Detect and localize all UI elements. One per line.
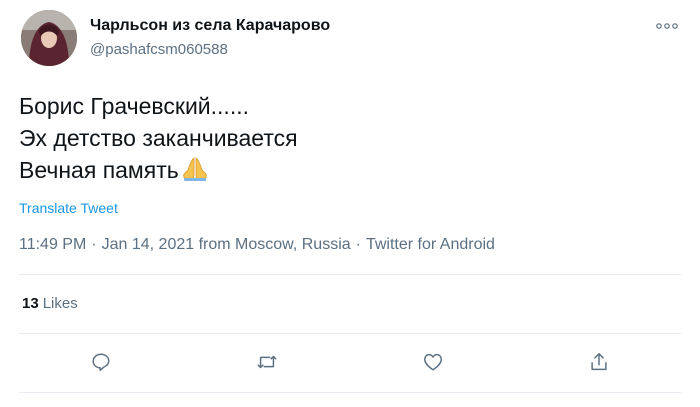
divider [19,392,681,393]
share-button[interactable] [586,349,612,375]
retweet-icon [257,355,277,369]
tweet-location: from Moscow, Russia [198,236,351,253]
divider [19,333,681,334]
tweet-card: Чарльсон из села Карачарово @pashafcsm06… [0,0,700,407]
share-icon [591,353,607,371]
tweet-date[interactable]: Jan 14, 2021 [102,236,195,253]
meta-separator: · [91,236,97,253]
tweet-line-2: Эх детство заканчивается [19,125,298,151]
avatar[interactable] [21,10,77,66]
tweet-line-3: Вечная память [19,154,669,190]
folded-hands-icon [181,156,209,190]
tweet-time[interactable]: 11:49 PM [19,236,86,253]
more-dots-icon [656,23,678,29]
meta-separator: · [355,236,361,253]
divider [19,274,681,275]
like-button[interactable] [420,349,446,375]
translate-tweet-link[interactable]: Translate Tweet [19,200,118,216]
likes-label: Likes [42,295,78,312]
retweet-button[interactable] [254,349,280,375]
tweet-text: Борис Грачевский...... Эх детство заканч… [19,90,669,190]
likes-count: 13 [22,295,39,312]
reply-button[interactable] [88,349,114,375]
reply-icon [92,353,110,371]
tweet-metadata: 11:49 PM · Jan 14, 2021 from Moscow, Russi… [19,236,495,254]
like-icon [424,353,442,371]
tweet-line-3-text: Вечная память [19,157,179,183]
author-handle[interactable]: @pashafcsm060588 [90,41,228,58]
tweet-line-1: Борис Грачевский...... [19,93,249,119]
avatar-image [21,10,77,66]
author-name[interactable]: Чарльсон из села Карачарово [90,17,330,35]
likes-stat[interactable]: 13 Likes [22,295,78,312]
more-options-button[interactable] [653,18,681,34]
tweet-source[interactable]: Twitter for Android [366,236,495,253]
